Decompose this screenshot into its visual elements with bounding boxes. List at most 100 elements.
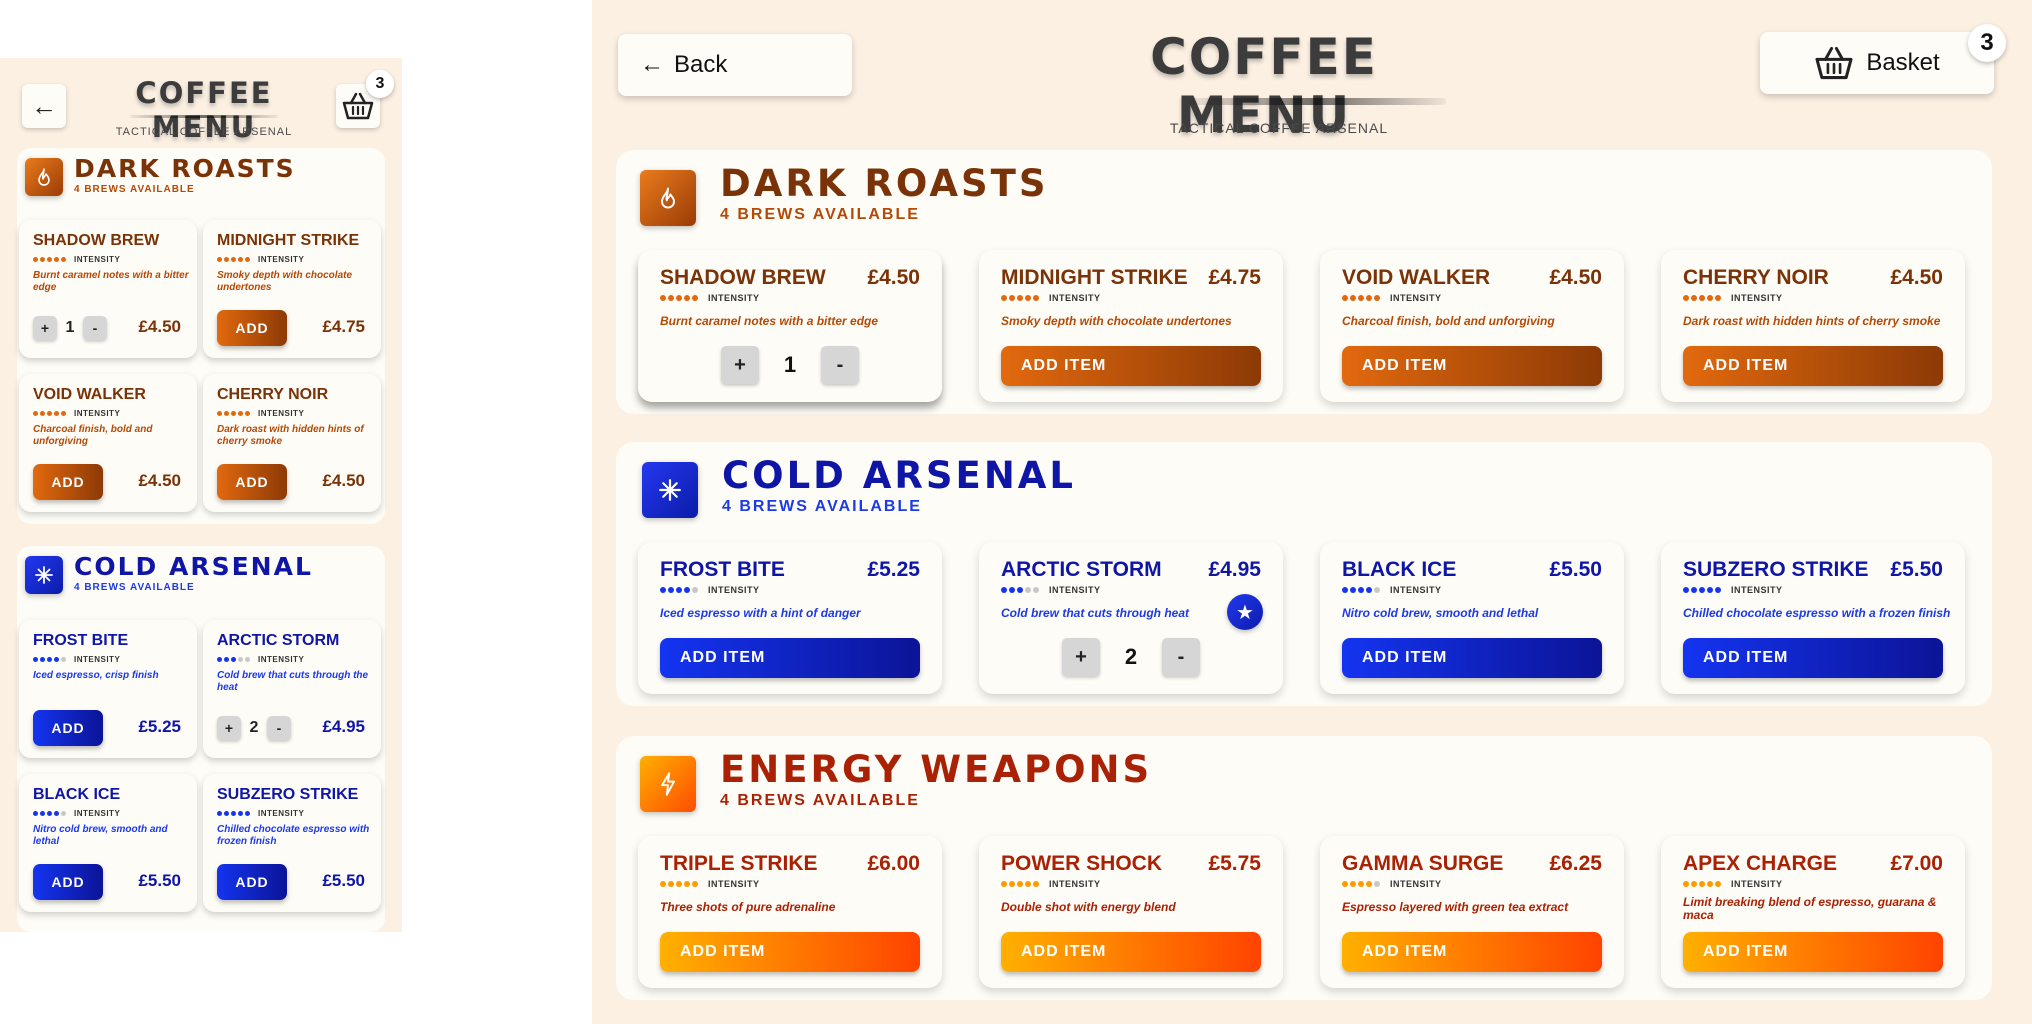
menu-card-shadow-brew: SHADOW BREW INTENSITY Burnt caramel note… — [19, 220, 197, 358]
intensity-dot-filled — [40, 257, 45, 262]
item-description: Double shot with energy blend — [1001, 900, 1176, 914]
menu-card-subzero-strike: SUBZERO STRIKE INTENSITY Chilled chocola… — [203, 774, 381, 912]
title-underline — [130, 115, 278, 118]
intensity-dot-filled — [1374, 295, 1380, 301]
quantity-value: 1 — [783, 352, 797, 377]
add-button[interactable]: ADD — [217, 310, 287, 346]
add-item-button[interactable]: ADD ITEM — [1342, 932, 1602, 972]
increment-button[interactable]: + — [33, 316, 57, 340]
item-description: Nitro cold brew, smooth and lethal — [1342, 606, 1539, 620]
item-name: SHADOW BREW — [660, 266, 826, 289]
item-name: MIDNIGHT STRIKE — [217, 232, 360, 249]
intensity-label: INTENSITY — [1731, 879, 1783, 889]
item-description: Chilled chocolate espresso with a frozen… — [1683, 606, 1951, 620]
back-button[interactable]: ← Back — [618, 34, 852, 96]
intensity-dot-filled — [238, 257, 243, 262]
intensity-dot-filled — [224, 657, 229, 662]
decrement-button[interactable]: - — [83, 316, 107, 340]
item-price: £6.25 — [1549, 852, 1602, 875]
add-item-button[interactable]: ADD ITEM — [1342, 346, 1602, 386]
intensity-dot-filled — [224, 811, 229, 816]
intensity-rating: INTENSITY — [660, 585, 760, 595]
intensity-label: INTENSITY — [1049, 879, 1101, 889]
decrement-button[interactable]: - — [267, 716, 291, 740]
intensity-dot-filled — [1009, 881, 1015, 887]
intensity-label: INTENSITY — [1731, 293, 1783, 303]
add-item-button[interactable]: ADD ITEM — [1683, 932, 1943, 972]
intensity-label: INTENSITY — [74, 809, 121, 818]
intensity-dot-filled — [1358, 587, 1364, 593]
intensity-dot-filled — [668, 295, 674, 301]
section-subtitle: 4 BREWS AVAILABLE — [74, 184, 195, 195]
add-item-button[interactable]: ADD ITEM — [1001, 932, 1261, 972]
intensity-dot-filled — [33, 257, 38, 262]
add-button[interactable]: ADD — [33, 864, 103, 900]
item-price: £4.50 — [322, 471, 365, 490]
intensity-rating: INTENSITY — [1342, 293, 1442, 303]
intensity-rating: INTENSITY — [660, 293, 760, 303]
intensity-rating: INTENSITY — [217, 655, 304, 664]
intensity-dot-filled — [1342, 587, 1348, 593]
intensity-dot-filled — [1350, 881, 1356, 887]
item-name: SHADOW BREW — [33, 232, 160, 249]
quantity-stepper: + 2 - — [979, 638, 1283, 676]
intensity-dot-filled — [1707, 295, 1713, 301]
increment-button[interactable]: + — [1062, 638, 1100, 676]
increment-button[interactable]: + — [721, 346, 759, 384]
item-name: VOID WALKER — [33, 386, 146, 403]
menu-card-frost-bite: FROST BITE £5.25 INTENSITY Iced espresso… — [638, 542, 942, 694]
intensity-label: INTENSITY — [1390, 585, 1442, 595]
intensity-dot-filled — [231, 811, 236, 816]
basket-button[interactable]: Basket — [1760, 32, 1994, 94]
section-cold-arsenal: COLD ARSENAL 4 BREWS AVAILABLE FROST BIT… — [616, 442, 1992, 706]
add-button[interactable]: ADD — [33, 464, 103, 500]
increment-button[interactable]: + — [217, 716, 241, 740]
quantity-stepper: + 1 - — [33, 316, 107, 340]
intensity-rating: INTENSITY — [1683, 293, 1783, 303]
menu-card-cherry-noir: CHERRY NOIR INTENSITY Dark roast with hi… — [203, 374, 381, 512]
intensity-dot-filled — [245, 257, 250, 262]
item-price: £4.95 — [322, 717, 365, 736]
intensity-rating: INTENSITY — [1342, 879, 1442, 889]
item-name: APEX CHARGE — [1683, 852, 1838, 875]
add-item-button[interactable]: ADD ITEM — [1001, 346, 1261, 386]
add-item-button[interactable]: ADD ITEM — [1683, 346, 1943, 386]
back-button[interactable]: ← — [22, 84, 66, 128]
intensity-dot-filled — [1707, 587, 1713, 593]
intensity-label: INTENSITY — [1049, 585, 1101, 595]
intensity-dot-filled — [61, 411, 66, 416]
add-item-button[interactable]: ADD ITEM — [1683, 638, 1943, 678]
item-description: Dark roast with hidden hints of cherry s… — [1683, 314, 1941, 328]
item-price: £6.00 — [867, 852, 920, 875]
decrement-button[interactable]: - — [821, 346, 859, 384]
intensity-dot-filled — [40, 411, 45, 416]
add-item-button[interactable]: ADD ITEM — [660, 638, 920, 678]
add-button[interactable]: ADD — [217, 464, 287, 500]
item-price: £4.50 — [867, 266, 920, 289]
intensity-dot-filled — [1001, 587, 1007, 593]
decrement-button[interactable]: - — [1162, 638, 1200, 676]
intensity-dot-filled — [684, 295, 690, 301]
intensity-dot-empty — [61, 811, 66, 816]
add-button[interactable]: ADD — [33, 710, 103, 746]
menu-card-gamma-surge: GAMMA SURGE £6.25 INTENSITY Espresso lay… — [1320, 836, 1624, 988]
intensity-dot-empty — [1374, 881, 1380, 887]
item-description: Nitro cold brew, smooth and lethal — [33, 824, 168, 847]
item-name: FROST BITE — [33, 632, 129, 649]
item-description: Charcoal finish, bold and unforgiving — [1342, 314, 1555, 328]
item-name: CHERRY NOIR — [217, 386, 329, 403]
basket-label: Basket — [1866, 49, 1940, 76]
arrow-left-icon: ← — [31, 90, 57, 121]
add-item-button[interactable]: ADD ITEM — [660, 932, 920, 972]
intensity-dot-filled — [54, 257, 59, 262]
intensity-dot-filled — [1358, 295, 1364, 301]
quantity-value: 1 — [65, 319, 75, 336]
add-item-button[interactable]: ADD ITEM — [1342, 638, 1602, 678]
menu-card-cherry-noir: CHERRY NOIR £4.50 INTENSITY Dark roast w… — [1661, 250, 1965, 402]
section-title: DARK ROASTS — [74, 154, 296, 183]
add-button[interactable]: ADD — [217, 864, 287, 900]
intensity-label: INTENSITY — [1390, 293, 1442, 303]
item-price: £5.50 — [1549, 558, 1602, 581]
menu-card-power-shock: POWER SHOCK £5.75 INTENSITY Double shot … — [979, 836, 1283, 988]
section-subtitle: 4 BREWS AVAILABLE — [74, 582, 195, 593]
